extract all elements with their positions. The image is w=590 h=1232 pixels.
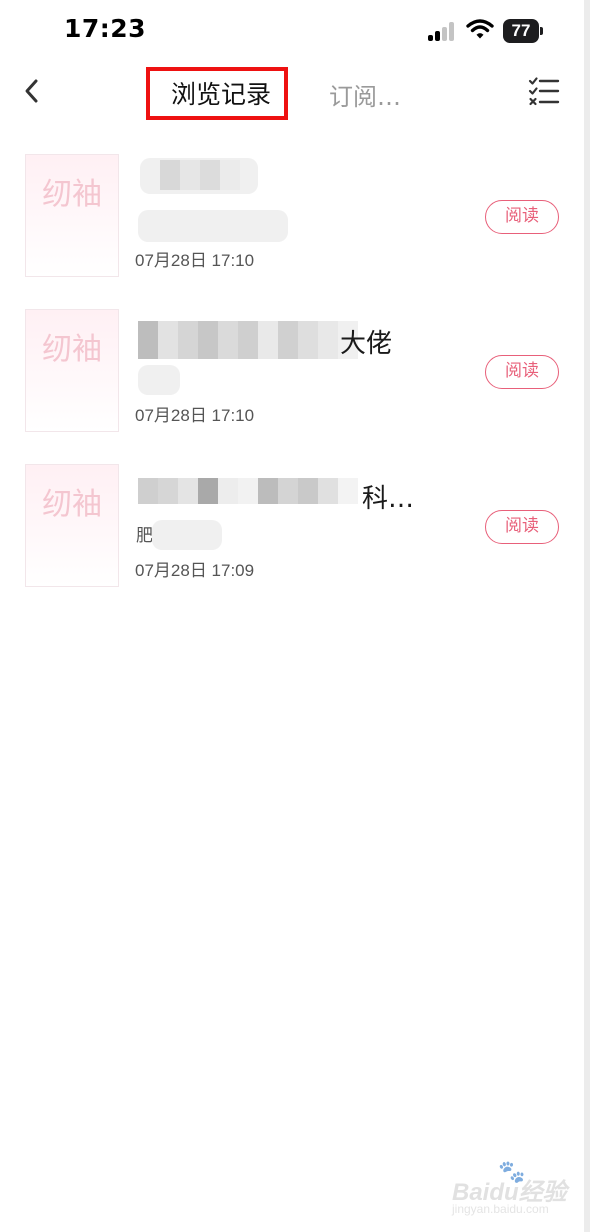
checklist-menu-icon[interactable]	[528, 76, 560, 108]
item-subtitle	[136, 366, 336, 394]
item-time: 07月28日 17:10	[135, 251, 255, 270]
screen-edge	[584, 0, 590, 1232]
list-item[interactable]: 纫袖 科… 肥 07月28日 17:09 阅读	[0, 460, 584, 615]
book-cover: 纫袖	[25, 309, 119, 432]
list-item[interactable]: 纫袖 大佬 07月28日 17:10 阅读	[0, 305, 584, 460]
battery-icon: 77	[503, 19, 543, 43]
cover-logo: 纫袖	[42, 487, 102, 522]
paw-icon: 🐾	[498, 1160, 526, 1185]
read-button[interactable]: 阅读	[485, 200, 559, 234]
cover-logo: 纫袖	[42, 332, 102, 367]
tab-subscriptions[interactable]: 订阅…	[329, 77, 401, 112]
item-time: 07月28日 17:09	[135, 561, 255, 580]
read-button[interactable]: 阅读	[485, 510, 559, 544]
blurred-subtitle	[152, 520, 222, 550]
cover-logo: 纫袖	[42, 177, 102, 212]
nav-bar: 浏览记录 订阅…	[0, 62, 584, 128]
item-title: 大佬	[340, 329, 393, 359]
baidu-jingyan-watermark: Baidu经验 🐾 jingyan.baidu.com	[452, 1160, 582, 1220]
item-title: 科…	[362, 484, 415, 514]
status-bar: 17:23 77	[0, 0, 584, 62]
battery-level: 77	[503, 19, 539, 43]
signal-icon	[428, 21, 458, 41]
watermark-url: jingyan.baidu.com	[452, 1202, 549, 1216]
item-time: 07月28日 17:10	[135, 406, 255, 425]
book-cover: 纫袖	[25, 154, 119, 277]
chevron-left-icon[interactable]	[18, 74, 48, 108]
item-subtitle	[136, 211, 336, 239]
item-title	[136, 168, 466, 204]
tab-browse-history[interactable]: 浏览记录	[171, 75, 271, 111]
read-button[interactable]: 阅读	[485, 355, 559, 389]
list-item[interactable]: 纫袖 07月28日 17:10 阅读	[0, 150, 584, 305]
blurred-title-mosaic	[138, 478, 358, 504]
blurred-title-mosaic	[138, 321, 358, 359]
status-time: 17:23	[64, 14, 147, 43]
wifi-icon	[466, 19, 494, 39]
history-list: 纫袖 07月28日 17:10 阅读 纫袖 大佬 07月28日 17:10 阅读…	[0, 150, 584, 615]
book-cover: 纫袖	[25, 464, 119, 587]
